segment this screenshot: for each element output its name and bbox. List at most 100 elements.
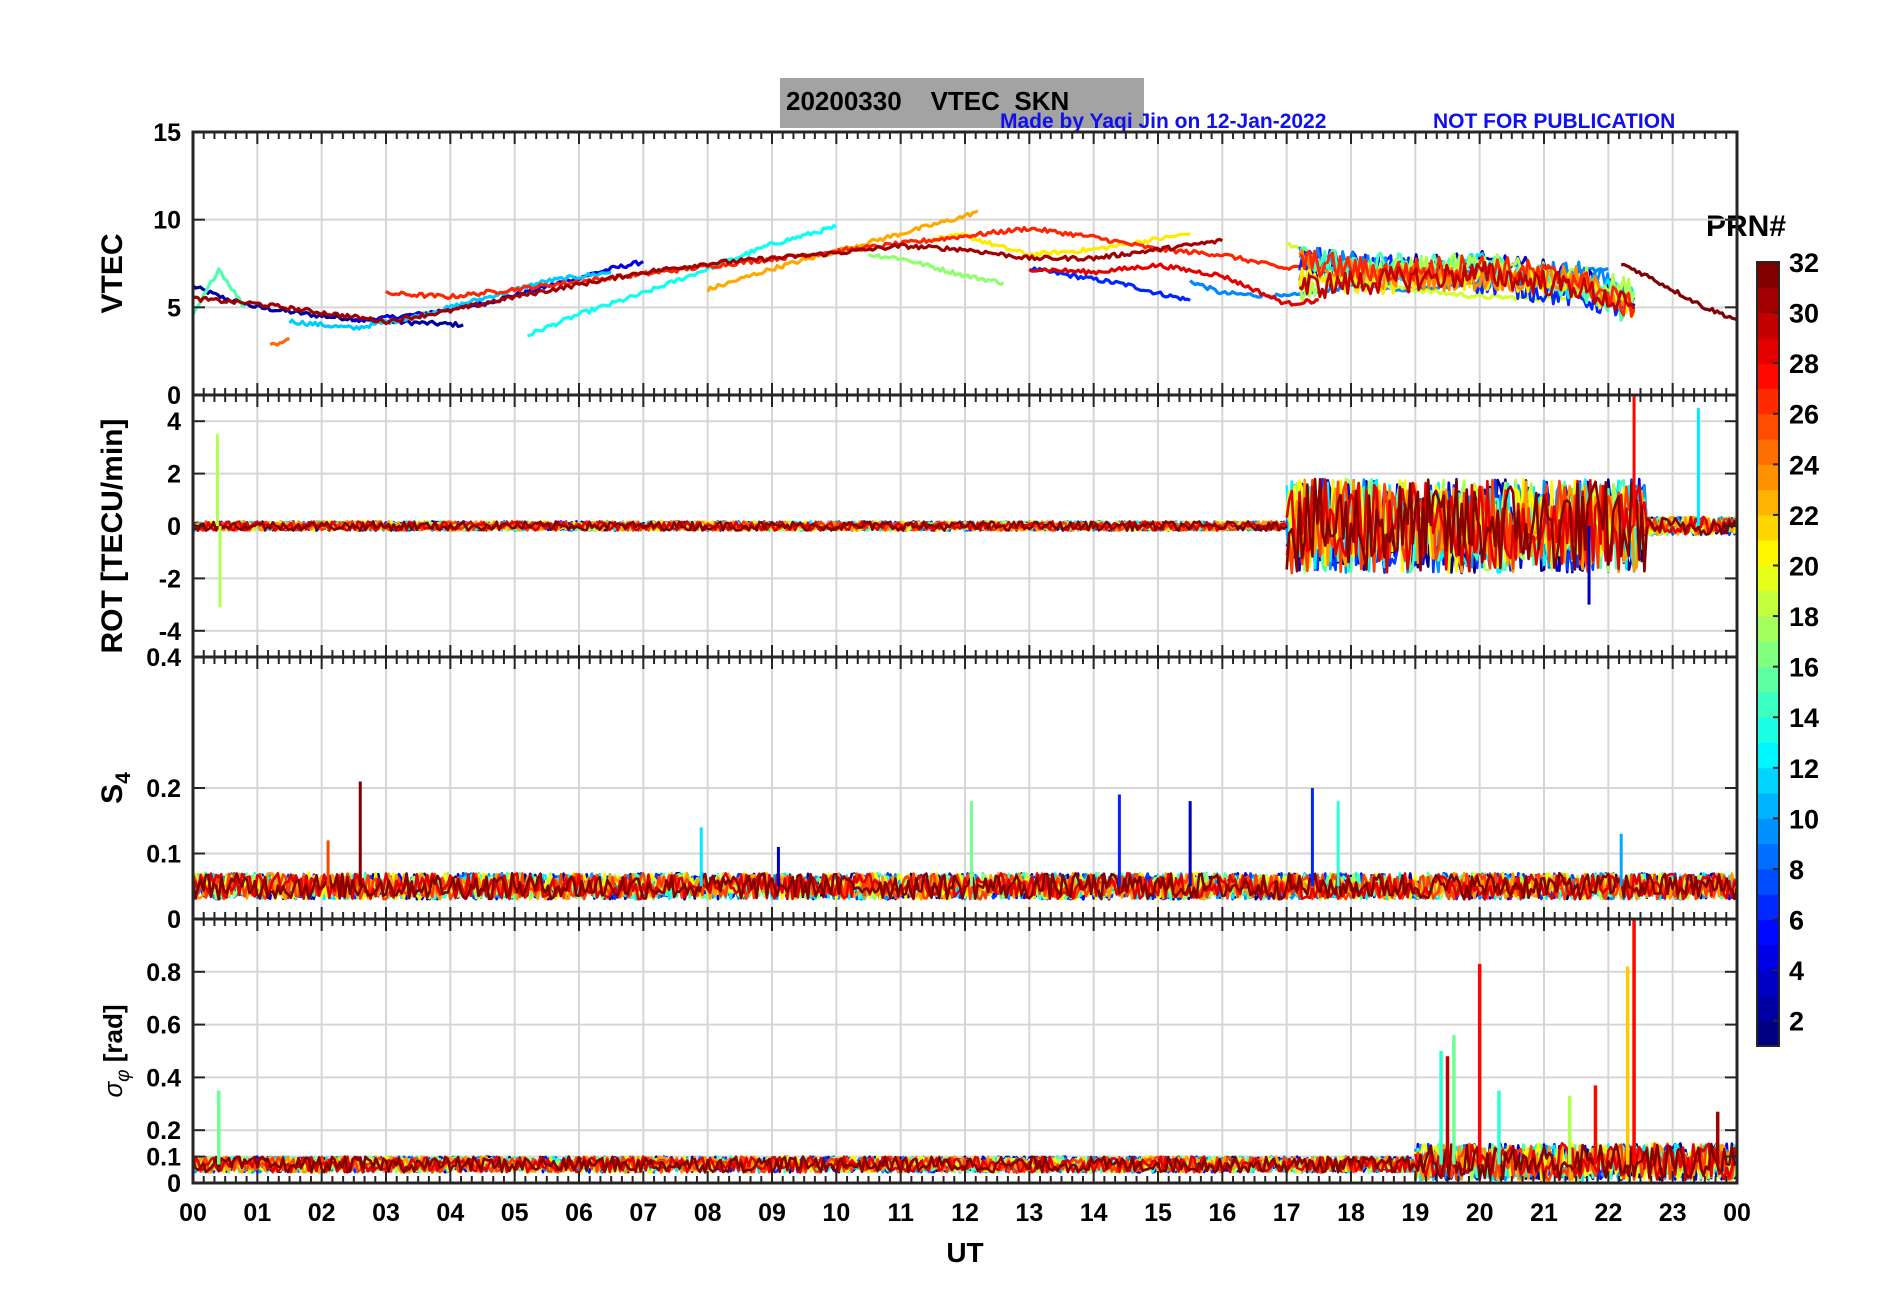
colorbar-segment [1757, 287, 1779, 314]
y-axis-label: ROT [TECU/min] [96, 419, 129, 654]
colorbar-segment [1757, 540, 1779, 566]
colorbar-tick-label: 20 [1789, 551, 1819, 581]
y-tick-label: 2 [167, 461, 181, 489]
y-tick-label: 0 [167, 906, 181, 934]
x-tick-label: 21 [1530, 1199, 1558, 1227]
colorbar-segment [1757, 439, 1779, 465]
y-axis-label: S4 [96, 772, 135, 804]
y-tick-label: 0.2 [146, 1117, 181, 1145]
colorbar-segment [1757, 818, 1779, 845]
colorbar-tick-label: 32 [1789, 248, 1819, 278]
x-tick-label: 11 [887, 1199, 914, 1227]
vtec-series-line [1620, 262, 1738, 322]
y-tick-label: 0.2 [146, 775, 181, 803]
x-tick-label: 14 [1080, 1199, 1108, 1227]
colorbar-tick-label: 22 [1789, 501, 1819, 531]
x-tick-label: 22 [1594, 1199, 1622, 1227]
vtec-series-line [269, 337, 290, 347]
y-tick-label: 0 [167, 1170, 181, 1198]
colorbar-segment [1757, 262, 1779, 288]
x-tick-label: 15 [1144, 1199, 1172, 1227]
x-tick-label: 16 [1208, 1199, 1236, 1227]
colorbar-tick-label: 24 [1789, 450, 1819, 480]
x-tick-label: 02 [308, 1199, 336, 1227]
x-tick-label: 08 [694, 1199, 722, 1227]
colorbar-segment [1757, 944, 1779, 971]
colorbar-tick-label: 14 [1789, 703, 1819, 733]
colorbar-tick-label: 16 [1789, 653, 1819, 683]
x-tick-label: 00 [1723, 1199, 1751, 1227]
colorbar-segment [1757, 742, 1779, 769]
colorbar-segment [1757, 413, 1779, 440]
y-tick-label: 0 [167, 513, 181, 541]
colorbar-segment [1757, 565, 1779, 592]
colorbar-segment [1757, 919, 1779, 946]
x-tick-label: 10 [822, 1199, 850, 1227]
colorbar-segment [1757, 590, 1779, 617]
y-tick-label: 0.4 [146, 1064, 181, 1092]
colorbar-segment [1757, 793, 1779, 819]
colorbar-segment [1757, 616, 1779, 642]
y-axis-label: VTEC [96, 233, 129, 313]
x-tick-label: 09 [758, 1199, 786, 1227]
colorbar-segment [1757, 970, 1779, 996]
colorbar-tick-label: 4 [1789, 956, 1804, 986]
y-tick-label: 15 [153, 119, 181, 147]
colorbar-segment [1757, 666, 1779, 693]
colorbar-tick-label: 10 [1789, 804, 1819, 834]
x-tick-label: 06 [565, 1199, 593, 1227]
colorbar-segment [1757, 363, 1779, 389]
vtec-series-line [385, 226, 1319, 300]
colorbar-segment [1757, 894, 1779, 921]
colorbar-segment [1757, 388, 1779, 415]
colorbar-segment [1757, 843, 1779, 870]
colorbar-tick-label: 26 [1789, 400, 1819, 430]
y-tick-label: 10 [153, 207, 181, 235]
colorbar-segment [1757, 464, 1779, 491]
y-tick-label: 0.4 [146, 644, 181, 672]
x-tick-label: 01 [243, 1199, 271, 1227]
colorbar-segment [1757, 1020, 1779, 1047]
x-tick-label: 19 [1401, 1199, 1429, 1227]
y-tick-label: 0.6 [146, 1012, 181, 1040]
x-tick-label: 17 [1273, 1199, 1301, 1227]
y-tick-label: 0.8 [146, 959, 181, 987]
y-tick-label: -4 [159, 618, 181, 646]
y-tick-label: 5 [167, 294, 181, 322]
x-tick-label: 07 [629, 1199, 657, 1227]
colorbar-segment [1757, 337, 1779, 364]
x-tick-label: 00 [179, 1199, 207, 1227]
colorbar-segment [1757, 641, 1779, 668]
y-tick-label: -2 [159, 565, 181, 593]
colorbar-segment [1757, 868, 1779, 895]
y-tick-label: 0.1 [146, 1144, 181, 1172]
colorbar-segment [1757, 489, 1779, 516]
colorbar-tick-label: 28 [1789, 349, 1819, 379]
colorbar-tick-label: 12 [1789, 754, 1819, 784]
x-tick-label: 20 [1466, 1199, 1494, 1227]
x-tick-label: 13 [1015, 1199, 1043, 1227]
figure-canvas: 051015VTEC-4-2024ROT [TECU/min]00.10.20.… [96, 119, 1819, 1268]
x-tick-label: 04 [436, 1199, 464, 1227]
x-axis-label: UT [946, 1237, 983, 1268]
x-tick-label: 23 [1659, 1199, 1687, 1227]
y-axis-label: σφ [rad] [98, 1004, 134, 1097]
x-tick-label: 03 [372, 1199, 400, 1227]
vtec-series-line [1028, 262, 1320, 307]
colorbar-segment [1757, 514, 1779, 541]
colorbar-segment [1757, 691, 1779, 718]
colorbar-segment [1757, 312, 1779, 339]
colorbar-tick-label: 18 [1789, 602, 1819, 632]
colorbar-tick-label: 2 [1789, 1007, 1804, 1037]
vtec-series-line [867, 253, 1005, 286]
colorbar-segment [1757, 995, 1779, 1022]
y-tick-label: 4 [167, 408, 181, 436]
x-tick-label: 05 [501, 1199, 529, 1227]
colorbar-tick-label: 8 [1789, 855, 1804, 885]
colorbar-segment [1757, 767, 1779, 794]
colorbar-segment [1757, 717, 1779, 744]
y-tick-label: 0 [167, 382, 181, 410]
x-tick-label: 18 [1337, 1199, 1365, 1227]
colorbar-tick-label: 30 [1789, 299, 1819, 329]
y-tick-label: 0.1 [146, 841, 181, 869]
